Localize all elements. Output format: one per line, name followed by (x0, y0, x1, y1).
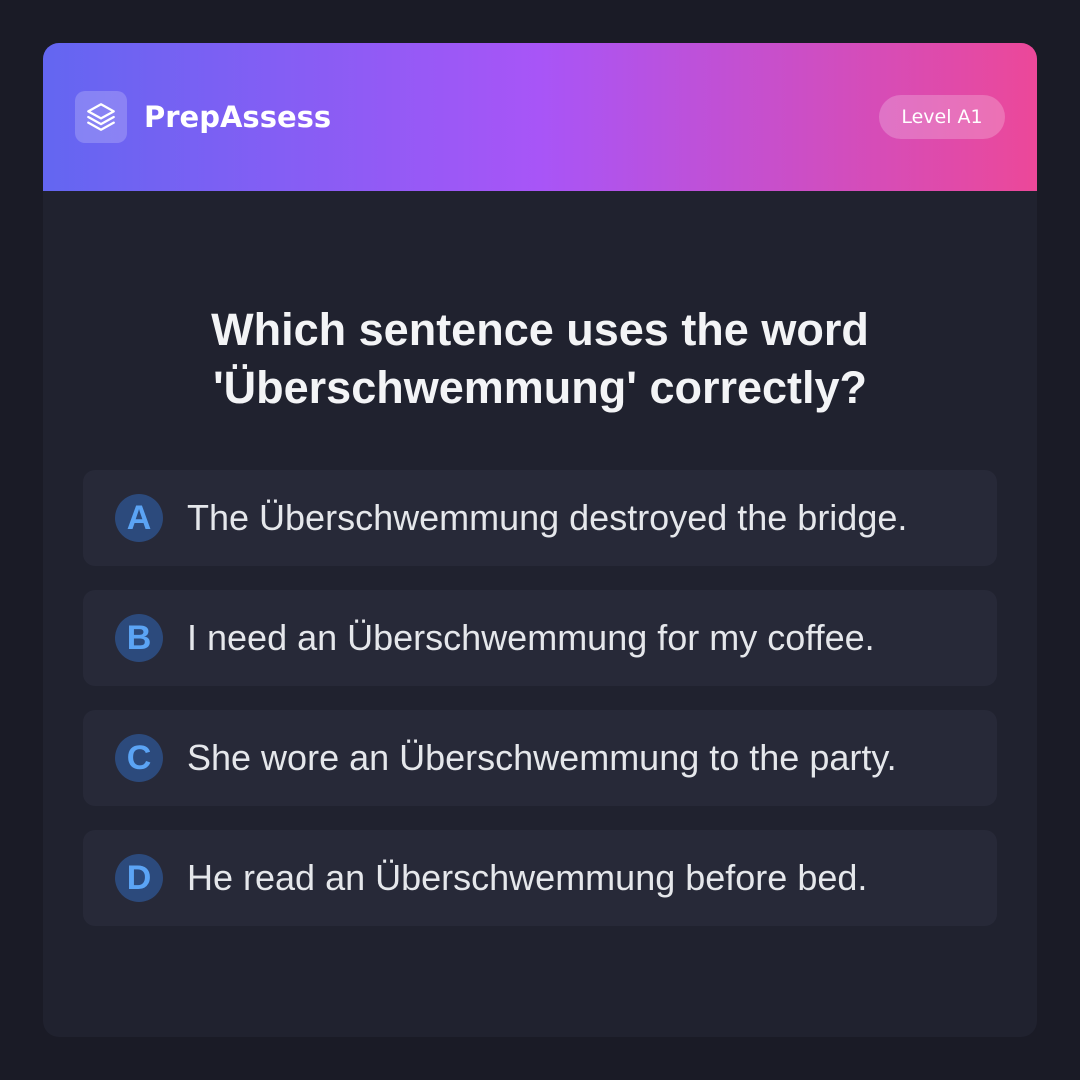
quiz-card: PrepAssess Level A1 Which sentence uses … (43, 43, 1037, 1037)
option-letter-badge: A (115, 494, 163, 542)
answer-option-c[interactable]: C She wore an Überschwemmung to the part… (83, 710, 997, 806)
option-text: I need an Überschwemmung for my coffee. (187, 617, 875, 658)
option-text: The Überschwemmung destroyed the bridge. (187, 497, 908, 538)
header-bar: PrepAssess Level A1 (43, 43, 1037, 191)
option-letter-badge: D (115, 854, 163, 902)
brand-name: PrepAssess (144, 100, 332, 134)
option-text: He read an Überschwemmung before bed. (187, 857, 868, 898)
option-letter-badge: C (115, 734, 163, 782)
answer-option-a[interactable]: A The Überschwemmung destroyed the bridg… (83, 470, 997, 566)
answer-option-b[interactable]: B I need an Überschwemmung for my coffee… (83, 590, 997, 686)
level-badge: Level A1 (879, 95, 1005, 139)
answer-option-d[interactable]: D He read an Überschwemmung before bed. (83, 830, 997, 926)
option-letter-badge: B (115, 614, 163, 662)
layers-icon (75, 91, 127, 143)
option-text: She wore an Überschwemmung to the party. (187, 737, 897, 778)
question-text: Which sentence uses the word 'Überschwem… (211, 304, 869, 413)
